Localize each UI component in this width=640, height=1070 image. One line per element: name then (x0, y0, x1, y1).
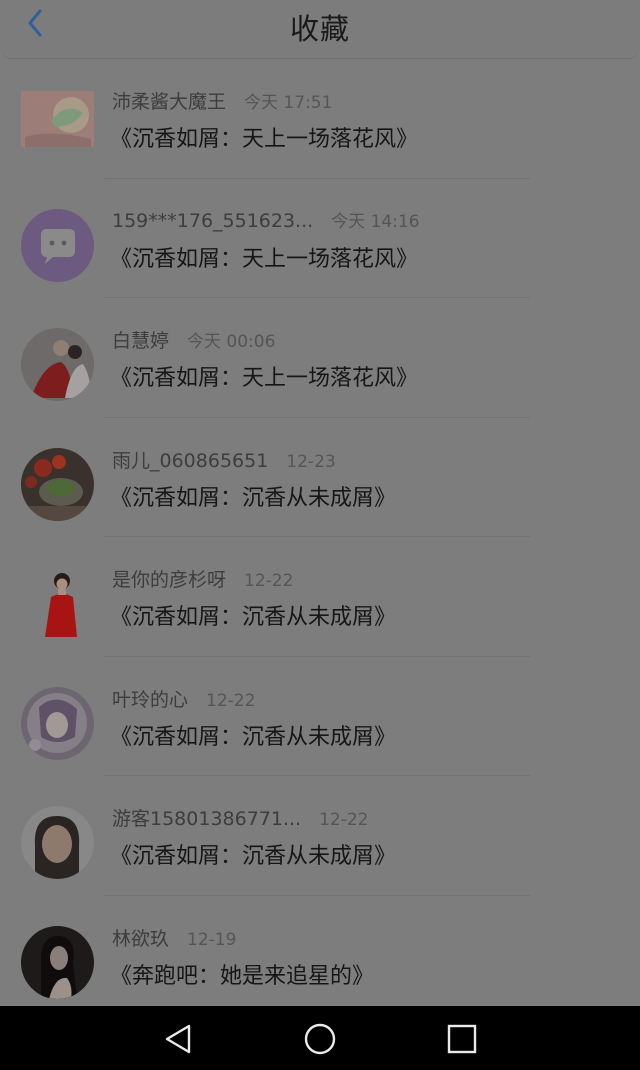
dark-portrait-avatar (21, 925, 94, 999)
item-title[interactable]: 《沉香如屑：天上一场落花风》 (110, 241, 418, 273)
favorites-list: 沛柔酱大魔王 今天 17:51 《沉香如屑：天上一场落花风》 159***176_… (0, 59, 640, 1006)
user-name[interactable]: 雨儿_060865651 (112, 450, 268, 472)
portrait-avatar (21, 806, 94, 879)
timestamp: 今天 00:06 (187, 332, 276, 352)
item-meta: 林欲玖 12-19 (112, 924, 236, 951)
item-title[interactable]: 《沉香如屑：沉香从未成屑》 (110, 480, 396, 512)
nav-recents-button[interactable] (445, 1022, 479, 1056)
user-name[interactable]: 是你的彦杉呀 (112, 569, 226, 591)
timestamp: 12-22 (319, 810, 369, 830)
header-bar: 收藏 (0, 0, 640, 59)
avatar[interactable] (21, 567, 94, 640)
timestamp: 今天 14:16 (331, 211, 420, 232)
item-meta: 沛柔酱大魔王 今天 17:51 (112, 87, 332, 114)
item-meta: 是你的彦杉呀 12-22 (112, 565, 293, 592)
avatar[interactable] (21, 925, 94, 999)
list-item[interactable]: 159***176_551623... 今天 14:16 《沉香如屑：天上一场落花… (0, 179, 640, 298)
timestamp: 12-22 (244, 571, 294, 591)
item-meta: 叶玲的心 12-22 (112, 685, 255, 712)
floral-avatar (21, 91, 94, 147)
avatar[interactable] (21, 91, 94, 147)
timestamp: 12-19 (187, 929, 237, 950)
list-item[interactable]: 叶玲的心 12-22 《沉香如屑：沉香从未成屑》 (0, 657, 640, 776)
red-dress-avatar (21, 567, 94, 640)
page-title: 收藏 (289, 12, 350, 46)
item-meta: 159***176_551623... 今天 14:16 (112, 207, 420, 232)
food-avatar (21, 447, 94, 521)
item-meta: 游客15801386771... 12-22 (112, 804, 369, 831)
circle-home-icon (304, 1023, 336, 1055)
list-item[interactable]: 林欲玖 12-19 《奔跑吧：她是来追星的》 (0, 896, 640, 1007)
avatar[interactable] (21, 328, 94, 401)
item-meta: 雨儿_060865651 12-23 (112, 446, 336, 473)
costume-drama-avatar (21, 328, 94, 401)
item-title[interactable]: 《沉香如屑：沉香从未成屑》 (110, 838, 396, 870)
anime-girl-avatar (21, 686, 94, 760)
user-name[interactable]: 白慧婷 (112, 330, 169, 352)
chat-bubble-avatar (21, 208, 94, 282)
list-item[interactable]: 沛柔酱大魔王 今天 17:51 《沉香如屑：天上一场落花风》 (0, 59, 640, 179)
item-meta: 白慧婷 今天 00:06 (112, 326, 275, 353)
item-title[interactable]: 《奔跑吧：她是来追星的》 (110, 958, 374, 990)
avatar[interactable] (21, 806, 94, 879)
item-title[interactable]: 《沉香如屑：天上一场落花风》 (110, 360, 418, 392)
list-item[interactable]: 是你的彦杉呀 12-22 《沉香如屑：沉香从未成屑》 (0, 537, 640, 657)
user-name[interactable]: 叶玲的心 (112, 689, 188, 711)
user-name[interactable]: 沛柔酱大魔王 (112, 91, 226, 113)
square-recents-icon (447, 1024, 477, 1054)
nav-back-button[interactable] (161, 1022, 195, 1056)
user-name[interactable]: 林欲玖 (112, 928, 169, 950)
timestamp: 今天 17:51 (244, 93, 333, 113)
system-nav-bar (0, 1006, 640, 1070)
triangle-back-icon (165, 1024, 191, 1054)
list-item[interactable]: 游客15801386771... 12-22 《沉香如屑：沉香从未成屑》 (0, 776, 640, 896)
user-name[interactable]: 游客15801386771... (112, 808, 301, 830)
timestamp: 12-22 (206, 690, 256, 711)
favorites-screen: 收藏 沛柔酱大魔王 今天 17:51 《沉香如屑：天上一场落花风》 159***… (0, 0, 640, 1006)
item-title[interactable]: 《沉香如屑：天上一场落花风》 (110, 121, 418, 153)
list-item[interactable]: 白慧婷 今天 00:06 《沉香如屑：天上一场落花风》 (0, 298, 640, 418)
item-title[interactable]: 《沉香如屑：沉香从未成屑》 (110, 719, 396, 751)
list-item[interactable]: 雨儿_060865651 12-23 《沉香如屑：沉香从未成屑》 (0, 418, 640, 537)
avatar[interactable] (21, 447, 94, 521)
avatar[interactable] (21, 208, 94, 282)
timestamp: 12-23 (286, 451, 336, 472)
item-title[interactable]: 《沉香如屑：沉香从未成屑》 (110, 599, 396, 631)
avatar[interactable] (21, 686, 94, 760)
nav-home-button[interactable] (303, 1022, 337, 1056)
user-name[interactable]: 159***176_551623... (112, 210, 313, 232)
